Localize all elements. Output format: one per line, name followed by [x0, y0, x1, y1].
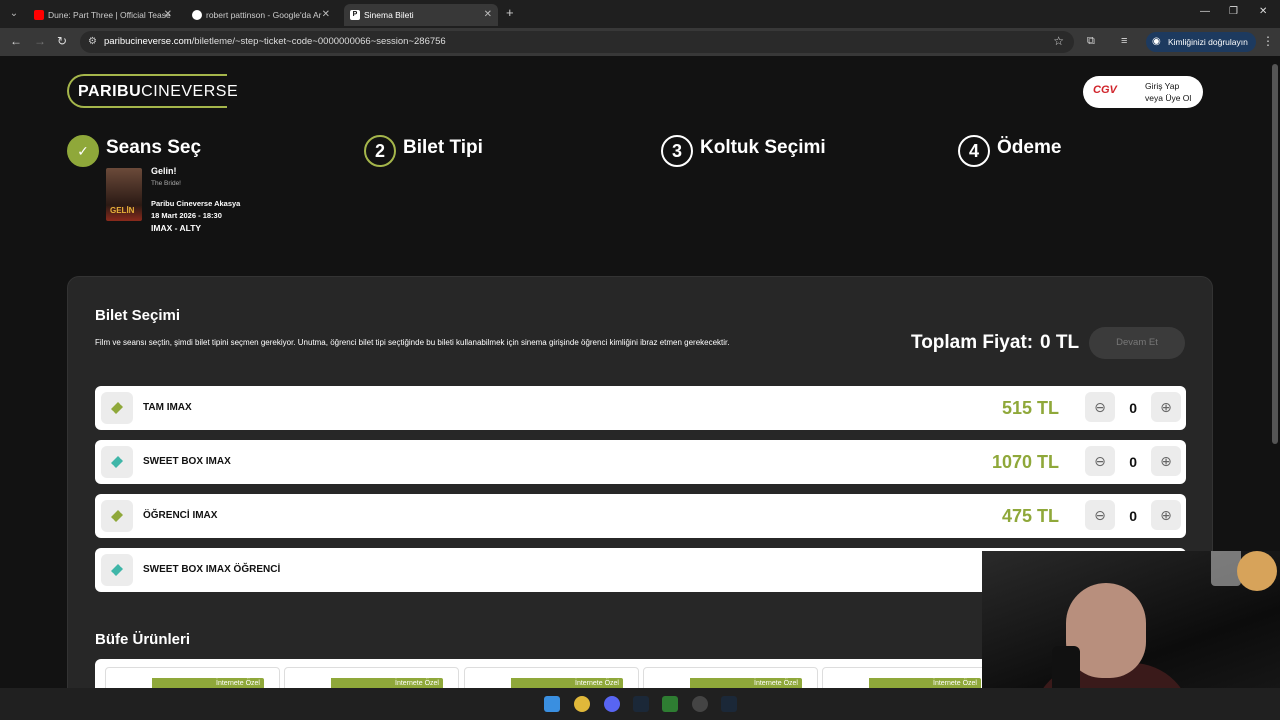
- step-number: 2: [364, 135, 396, 167]
- snacks-title: Büfe Ürünleri: [95, 631, 191, 648]
- check-icon: ✓: [67, 135, 99, 167]
- panel-description: Film ve seansı seçtin, şimdi bilet tipin…: [95, 338, 730, 347]
- media-icon[interactable]: ≡: [1121, 35, 1127, 47]
- cinema-name: Paribu Cineverse Akasya: [151, 199, 241, 208]
- ticket-icon: [101, 446, 133, 478]
- restore-icon[interactable]: ❐: [1229, 6, 1238, 17]
- decrease-icon[interactable]: ⊖: [1085, 500, 1115, 530]
- back-icon[interactable]: ←: [10, 34, 22, 48]
- tab-search-icon[interactable]: ⌄: [6, 6, 22, 22]
- chrome-icon[interactable]: [574, 696, 590, 712]
- snack-card[interactable]: İnternete Özel: [464, 667, 639, 688]
- panel-title: Bilet Seçimi: [95, 307, 181, 324]
- increase-icon[interactable]: ⊕: [1151, 446, 1181, 476]
- ticket-price: 1070 TL: [991, 452, 1059, 472]
- decrease-icon[interactable]: ⊖: [1085, 392, 1115, 422]
- step-number: 4: [958, 135, 990, 167]
- tab-google[interactable]: robert pattinson - Google'da Ar ✕: [186, 4, 336, 26]
- steam-icon[interactable]: [721, 696, 737, 712]
- ticket-price: 515 TL: [1001, 398, 1059, 418]
- bookmark-star-icon[interactable]: ☆: [1053, 34, 1064, 48]
- toolbar: ← → ↻ ⚙ paribucineverse.com/biletleme/~s…: [0, 28, 1280, 56]
- scrollbar[interactable]: [1272, 64, 1278, 444]
- minimize-icon[interactable]: —: [1200, 6, 1210, 17]
- forward-icon[interactable]: →: [34, 34, 46, 48]
- ticket-icon: [101, 554, 133, 586]
- cgv-logo: CGV: [1093, 84, 1117, 96]
- total-price-label: Toplam Fiyat:: [911, 332, 1034, 353]
- continue-button[interactable]: Devam Et: [1089, 327, 1185, 359]
- close-icon[interactable]: ✕: [322, 4, 330, 26]
- snack-card[interactable]: İnternete Özel: [643, 667, 818, 688]
- window-close-icon[interactable]: ✕: [1259, 6, 1267, 17]
- ticket-row: SWEET BOX IMAX 1070 TL ⊖ 0 ⊕: [95, 440, 1186, 484]
- steam-icon[interactable]: [633, 696, 649, 712]
- reload-icon[interactable]: ↻: [57, 34, 67, 48]
- youtube-icon: [34, 10, 44, 20]
- ticket-icon: [101, 392, 133, 424]
- ticket-row: TAM IMAX 515 TL ⊖ 0 ⊕: [95, 386, 1186, 430]
- discord-icon[interactable]: [604, 696, 620, 712]
- person-icon: ◉: [1152, 36, 1161, 47]
- browser-tab-strip: ⌄ Dune: Part Three | Official Tease ✕ ro…: [0, 0, 1280, 28]
- snack-card[interactable]: İnternete Özel: [822, 667, 997, 688]
- ticket-quantity: 0: [1129, 454, 1137, 470]
- increase-icon[interactable]: ⊕: [1151, 392, 1181, 422]
- address-bar[interactable]: ⚙ paribucineverse.com/biletleme/~step~ti…: [80, 31, 1074, 53]
- paribu-favicon-icon: P: [350, 10, 360, 20]
- url-text[interactable]: paribucineverse.com/biletleme/~step~tick…: [104, 31, 446, 53]
- ticket-quantity: 0: [1129, 400, 1137, 416]
- windows-start-icon[interactable]: [544, 696, 560, 712]
- extensions-icon[interactable]: ⧉: [1087, 35, 1095, 48]
- login-button[interactable]: CGV Giriş Yap veya Üye Ol: [1083, 76, 1203, 108]
- tab-dune[interactable]: Dune: Part Three | Official Tease ✕: [28, 4, 178, 26]
- obs-icon[interactable]: [692, 696, 708, 712]
- new-tab-button[interactable]: +: [506, 5, 514, 20]
- taskbar: [0, 688, 1280, 720]
- increase-icon[interactable]: ⊕: [1151, 500, 1181, 530]
- session-datetime: 18 Mart 2026 - 18:30: [151, 211, 222, 220]
- close-icon[interactable]: ✕: [164, 4, 172, 26]
- session-format: IMAX - ALTY: [151, 223, 202, 233]
- movie-poster: GELİN: [106, 168, 142, 221]
- site-info-icon[interactable]: ⚙: [88, 36, 97, 47]
- google-icon: [192, 10, 202, 20]
- ticket-price: 475 TL: [1001, 506, 1059, 526]
- emoji-sticker: [1237, 551, 1277, 591]
- movie-original-title: The Bride!: [151, 180, 181, 187]
- snack-card[interactable]: İnternete Özel: [284, 667, 459, 688]
- tab-sinema-bileti[interactable]: P Sinema Bileti ✕: [344, 4, 498, 26]
- movie-title: Gelin!: [151, 166, 177, 176]
- menu-icon[interactable]: ⋮: [1262, 34, 1274, 48]
- total-price-value: 0 TL: [1040, 332, 1080, 353]
- ticket-quantity: 0: [1129, 508, 1137, 524]
- step-number: 3: [661, 135, 693, 167]
- ticket-row: ÖĞRENCİ IMAX 475 TL ⊖ 0 ⊕: [95, 494, 1186, 538]
- site-logo[interactable]: PARIBUCINEVERSE: [78, 83, 238, 101]
- snack-card[interactable]: İnternete Özel: [105, 667, 280, 688]
- ticket-icon: [101, 500, 133, 532]
- close-icon[interactable]: ✕: [484, 4, 492, 26]
- app-icon[interactable]: [662, 696, 678, 712]
- verify-identity-button[interactable]: ◉ Kimliğinizi doğrulayın: [1146, 32, 1256, 52]
- decrease-icon[interactable]: ⊖: [1085, 446, 1115, 476]
